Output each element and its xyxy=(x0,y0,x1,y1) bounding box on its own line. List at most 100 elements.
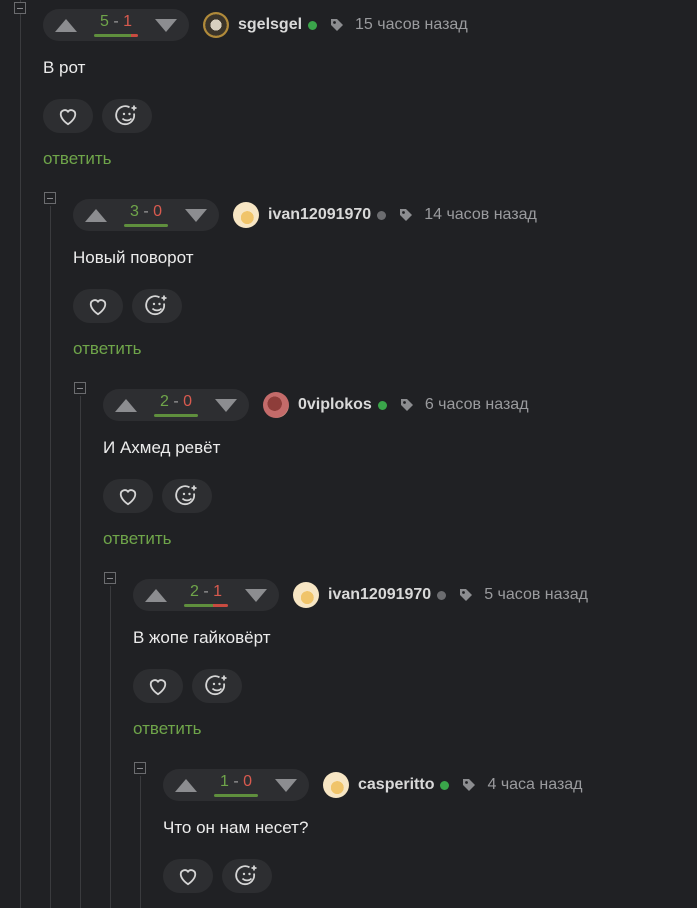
tag-icon[interactable] xyxy=(461,777,477,793)
comment: 5 - 1 sgelsgel 15 часов назад В рот отве… xyxy=(43,9,468,169)
reply-link[interactable]: ответить xyxy=(133,719,588,739)
score: 1 - 0 xyxy=(214,773,258,797)
tag-icon[interactable] xyxy=(458,587,474,603)
arrow-up-icon[interactable] xyxy=(145,588,167,602)
avatar[interactable] xyxy=(293,582,319,608)
timestamp[interactable]: 14 часов назад xyxy=(424,206,537,224)
thread-line xyxy=(20,0,21,908)
arrow-down-icon[interactable] xyxy=(245,588,267,602)
username[interactable]: 0viplokos xyxy=(298,396,372,414)
score: 5 - 1 xyxy=(94,13,138,37)
comment: 3 - 0 ivan12091970 14 часов назад Новый … xyxy=(73,199,537,359)
add-reaction-button[interactable] xyxy=(132,289,182,323)
comment-header: 5 - 1 sgelsgel 15 часов назад xyxy=(43,9,468,41)
heart-icon xyxy=(179,869,197,886)
timestamp[interactable]: 6 часов назад xyxy=(425,396,529,414)
comment: 2 - 1 ivan12091970 5 часов назад В жопе … xyxy=(133,579,588,739)
comment-actions xyxy=(103,479,529,513)
collapse-icon[interactable] xyxy=(74,382,86,394)
tag-icon[interactable] xyxy=(399,397,415,413)
score-minus: 1 xyxy=(123,13,133,30)
tag-icon[interactable] xyxy=(398,207,414,223)
score-bar xyxy=(214,794,258,797)
tag-icon[interactable] xyxy=(329,17,345,33)
reply-link[interactable]: ответить xyxy=(73,339,537,359)
add-reaction-button[interactable] xyxy=(192,669,242,703)
add-reaction-button[interactable] xyxy=(162,479,212,513)
like-button[interactable] xyxy=(103,479,153,513)
arrow-down-icon[interactable] xyxy=(185,208,207,222)
like-button[interactable] xyxy=(73,289,123,323)
heart-icon xyxy=(59,109,77,126)
avatar[interactable] xyxy=(203,12,229,38)
comment-header: 2 - 0 0viplokos 6 часов назад xyxy=(103,389,529,421)
like-button[interactable] xyxy=(163,859,213,893)
emoji-add-icon xyxy=(235,865,257,886)
score-plus: 2 xyxy=(159,393,169,410)
timestamp[interactable]: 4 часа назад xyxy=(487,776,582,794)
avatar[interactable] xyxy=(263,392,289,418)
thread-line xyxy=(50,206,51,908)
comment-header: 2 - 1 ivan12091970 5 часов назад xyxy=(133,579,588,611)
online-status-icon xyxy=(377,400,387,410)
arrow-up-icon[interactable] xyxy=(115,398,137,412)
score: 2 - 1 xyxy=(184,583,228,607)
arrow-down-icon[interactable] xyxy=(215,398,237,412)
offline-status-icon xyxy=(437,590,447,600)
comment-actions xyxy=(73,289,537,323)
thread-line xyxy=(140,776,141,908)
comment-header: 3 - 0 ivan12091970 14 часов назад xyxy=(73,199,537,231)
score-plus: 2 xyxy=(189,583,199,600)
timestamp[interactable]: 5 часов назад xyxy=(484,586,588,604)
comment: 2 - 0 0viplokos 6 часов назад И Ахмед ре… xyxy=(103,389,529,549)
username[interactable]: casperitto xyxy=(358,776,434,794)
avatar[interactable] xyxy=(233,202,259,228)
score-bar xyxy=(184,604,228,607)
score-plus: 5 xyxy=(99,13,109,30)
reply-link[interactable]: ответить xyxy=(103,529,529,549)
arrow-up-icon[interactable] xyxy=(55,18,77,32)
comment-actions xyxy=(163,859,583,893)
like-button[interactable] xyxy=(43,99,93,133)
score-plus: 3 xyxy=(129,203,139,220)
username[interactable]: ivan12091970 xyxy=(328,586,431,604)
arrow-up-icon[interactable] xyxy=(175,778,197,792)
timestamp[interactable]: 15 часов назад xyxy=(355,16,468,34)
thread-line xyxy=(110,586,111,908)
score-plus: 1 xyxy=(219,773,229,790)
comment-text: Новый поворот xyxy=(73,248,194,267)
add-reaction-button[interactable] xyxy=(102,99,152,133)
comment-text: В рот xyxy=(43,58,86,77)
comment-text: В жопе гайковёрт xyxy=(133,628,271,647)
reply-link[interactable]: ответить xyxy=(43,149,468,169)
arrow-up-icon[interactable] xyxy=(85,208,107,222)
vote-widget: 2 - 1 xyxy=(133,579,279,611)
arrow-down-icon[interactable] xyxy=(275,778,297,792)
vote-widget: 3 - 0 xyxy=(73,199,219,231)
heart-icon xyxy=(119,489,137,506)
collapse-icon[interactable] xyxy=(104,572,116,584)
comment-actions xyxy=(133,669,588,703)
score-minus: 1 xyxy=(213,583,223,600)
score: 2 - 0 xyxy=(154,393,198,417)
collapse-icon[interactable] xyxy=(44,192,56,204)
comment-text: И Ахмед ревёт xyxy=(103,438,221,457)
score-minus: 0 xyxy=(243,773,253,790)
avatar[interactable] xyxy=(323,772,349,798)
heart-icon xyxy=(149,679,167,696)
add-reaction-button[interactable] xyxy=(222,859,272,893)
emoji-add-icon xyxy=(205,675,227,696)
heart-icon xyxy=(89,299,107,316)
comment-actions xyxy=(43,99,468,133)
collapse-icon[interactable] xyxy=(14,2,26,14)
vote-widget: 2 - 0 xyxy=(103,389,249,421)
emoji-add-icon xyxy=(115,105,137,126)
arrow-down-icon[interactable] xyxy=(155,18,177,32)
offline-status-icon xyxy=(377,210,387,220)
username[interactable]: ivan12091970 xyxy=(268,206,371,224)
collapse-icon[interactable] xyxy=(134,762,146,774)
username[interactable]: sgelsgel xyxy=(238,16,302,34)
comment-header: 1 - 0 casperitto 4 часа назад xyxy=(163,769,583,801)
thread-line xyxy=(80,396,81,908)
like-button[interactable] xyxy=(133,669,183,703)
